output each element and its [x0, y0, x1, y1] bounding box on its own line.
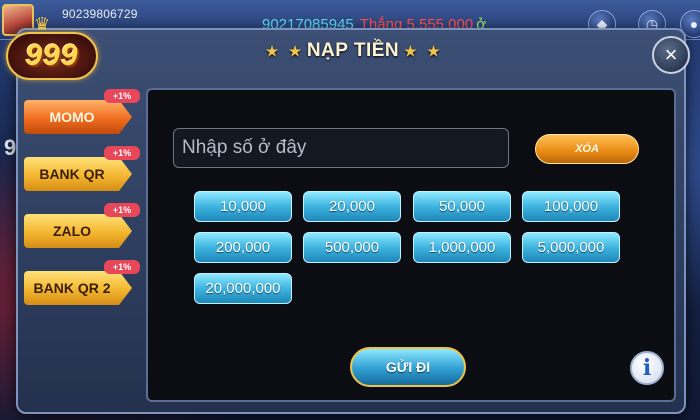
- amount-button[interactable]: 200,000: [194, 232, 292, 263]
- star-icon: ★: [265, 43, 279, 59]
- user-id: 90239806729: [62, 7, 138, 21]
- dialog-title-text: NẠP TIỀN: [306, 40, 400, 61]
- amount-button[interactable]: 50,000: [413, 191, 511, 222]
- amount-input[interactable]: [173, 128, 509, 168]
- amount-button[interactable]: 100,000: [522, 191, 620, 222]
- tab-label: ZALO: [52, 223, 92, 239]
- tab-momo[interactable]: MOMO: [24, 100, 132, 134]
- star-icon: ★: [404, 43, 418, 59]
- tab-label: BANK QR 2: [33, 280, 111, 296]
- tab-bank-qr-2[interactable]: BANK QR 2: [24, 271, 132, 305]
- star-icon: ★: [288, 43, 302, 59]
- bonus-badge: +1%: [104, 203, 140, 217]
- bonus-badge: +1%: [104, 146, 140, 160]
- star-icon: ★: [427, 43, 441, 59]
- tab-label: MOMO: [49, 109, 95, 125]
- bonus-badge: +1%: [104, 260, 140, 274]
- logo-text: 999: [25, 39, 79, 72]
- crown-icon: ♛: [34, 14, 51, 34]
- amount-button[interactable]: 500,000: [303, 232, 401, 263]
- amount-button[interactable]: 20,000: [303, 191, 401, 222]
- tab-label: BANK QR: [39, 166, 105, 182]
- tab-bank-qr[interactable]: BANK QR: [24, 157, 132, 191]
- amount-button[interactable]: 10,000: [194, 191, 292, 222]
- clear-button[interactable]: XÓA: [535, 134, 639, 164]
- submit-button[interactable]: GỬI ĐI: [350, 347, 466, 387]
- amount-button[interactable]: 1,000,000: [413, 232, 511, 263]
- game-logo: 999: [6, 32, 98, 80]
- info-icon[interactable]: i: [630, 351, 664, 385]
- dialog-title: ★ ★ NẠP TIỀN ★ ★: [18, 40, 688, 62]
- close-button[interactable]: ×: [652, 36, 690, 74]
- tab-zalo[interactable]: ZALO: [24, 214, 132, 248]
- amount-button[interactable]: 20,000,000: [194, 273, 292, 304]
- amount-button[interactable]: 5,000,000: [522, 232, 620, 263]
- bonus-badge: +1%: [104, 89, 140, 103]
